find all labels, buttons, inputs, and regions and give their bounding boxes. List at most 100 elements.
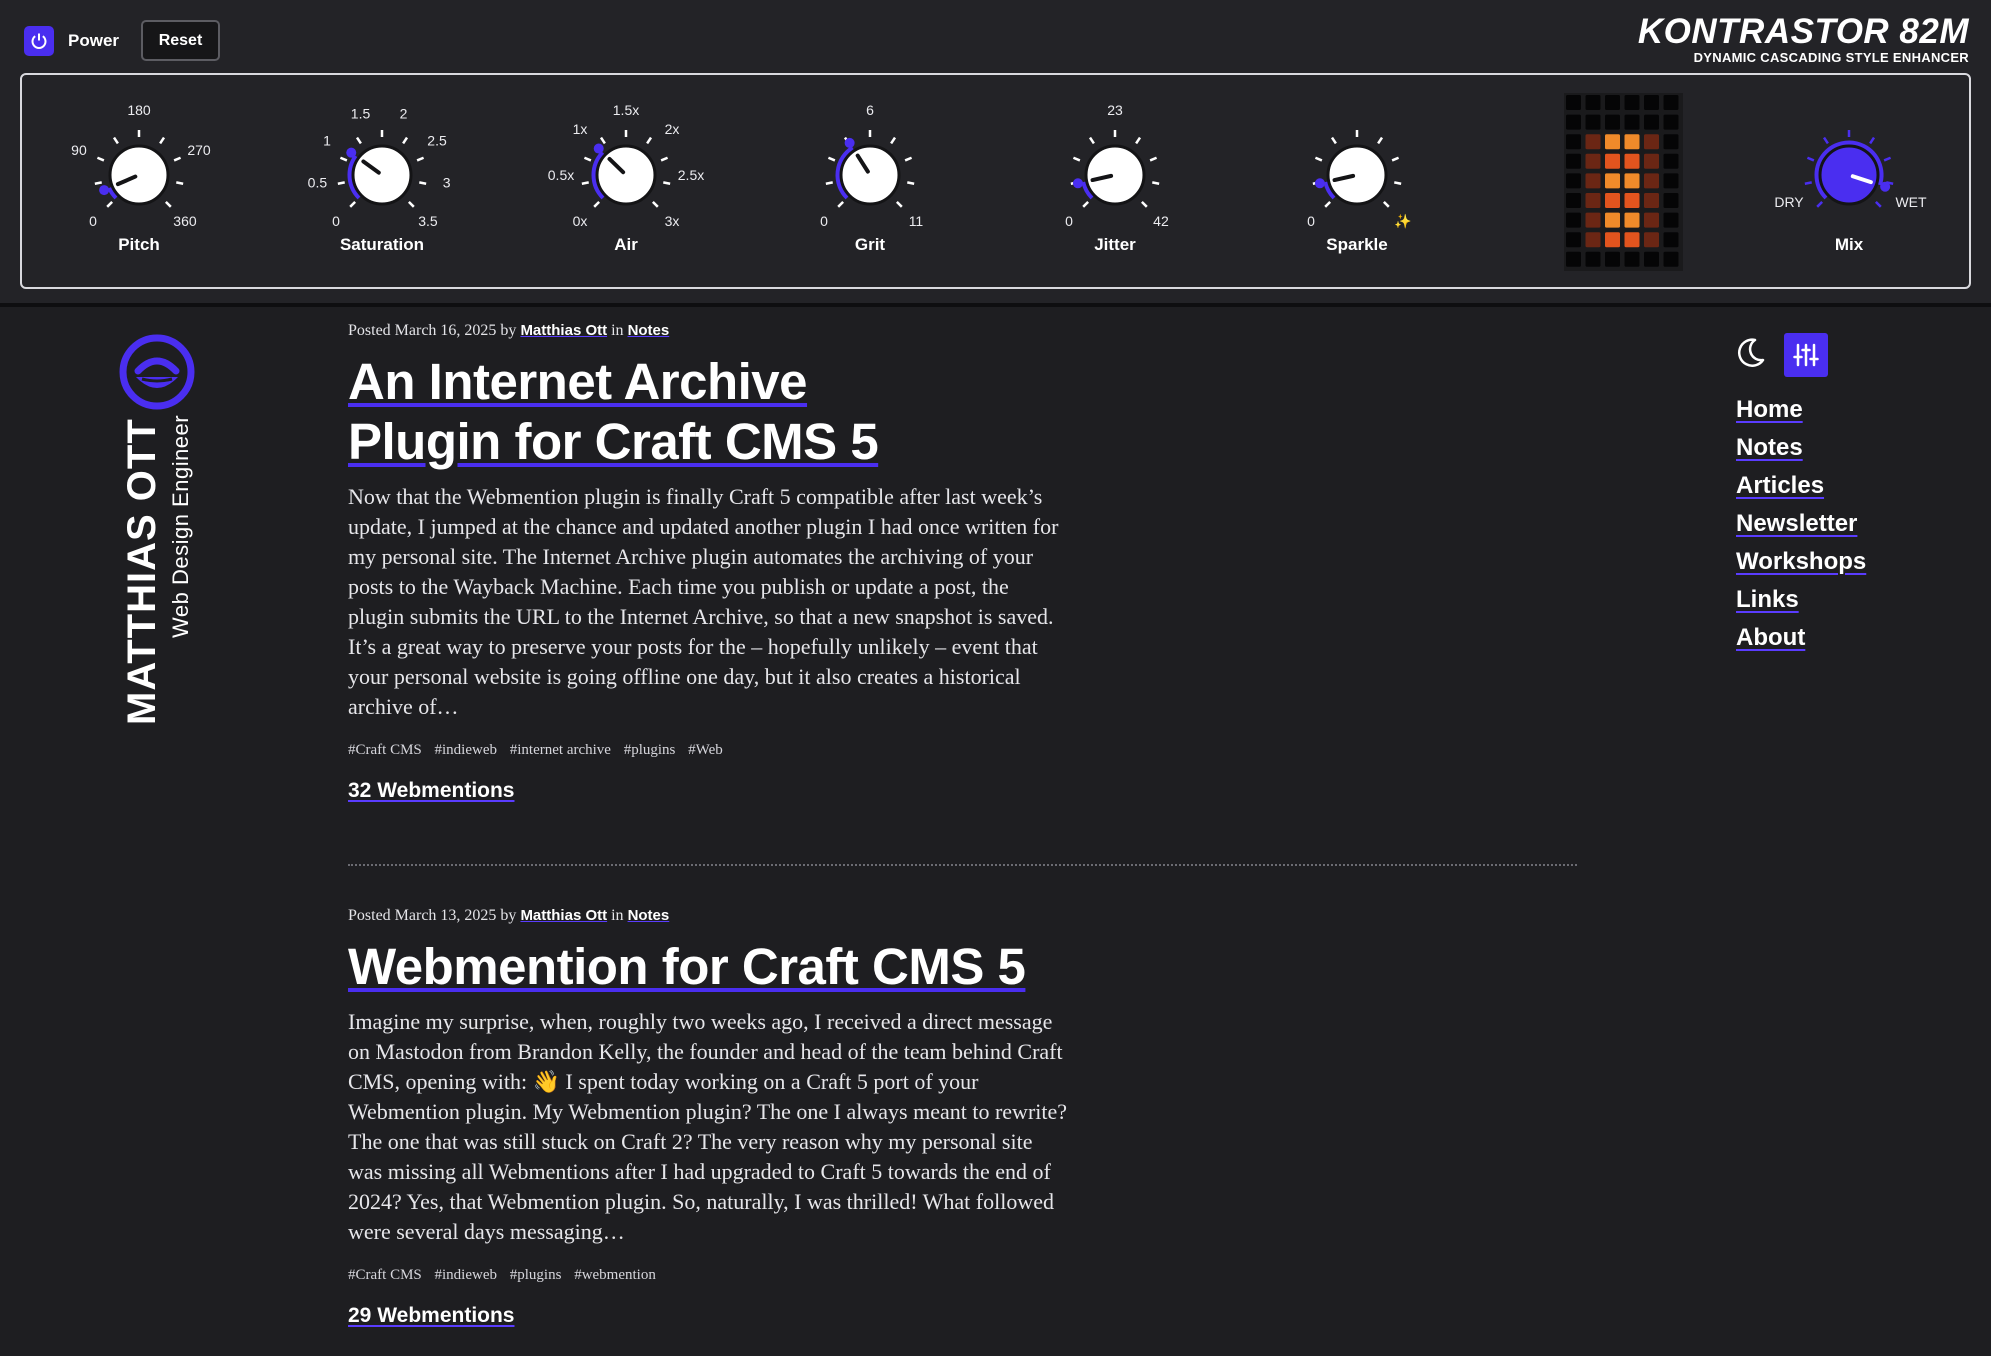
grill-cell (1663, 95, 1679, 110)
knob-tick-label: 0 (89, 213, 97, 229)
nav-item-home[interactable]: Home (1736, 391, 1866, 429)
tag-link[interactable]: #Web (688, 742, 723, 758)
reset-button[interactable]: Reset (141, 20, 220, 61)
in-text: in (611, 322, 624, 339)
site-role: Web Design Engineer (168, 414, 193, 638)
knob-tick-label: 2.5 (427, 132, 447, 148)
moon-icon[interactable] (1733, 336, 1767, 370)
knob-tick-label: 2 (400, 106, 408, 122)
knob-body (1818, 144, 1880, 206)
knob-tick-mark (1330, 136, 1337, 145)
knob-tick-mark (339, 156, 348, 162)
knob-tick-label: 1.5x (613, 102, 639, 118)
nav-item-newsletter[interactable]: Newsletter (1736, 505, 1866, 543)
nav-item-notes[interactable]: Notes (1736, 429, 1866, 467)
knob-tick-label: 0 (820, 213, 828, 229)
main-nav: Home Notes Articles Newsletter Workshops… (1736, 391, 1866, 657)
webmentions-link[interactable]: 32 Webmentions (348, 779, 1068, 803)
article-excerpt: Imagine my surprise, when, roughly two w… (348, 1009, 1068, 1244)
grill-cell (1585, 95, 1601, 110)
grill-cell (1624, 134, 1640, 150)
grill-cell (1585, 251, 1601, 267)
nav-item-workshops[interactable]: Workshops (1736, 543, 1866, 581)
knob-tick-mark (176, 181, 184, 186)
article-2: Posted March 13, 2025 by Matthias Ott in… (348, 907, 1068, 1328)
grill-cell (1566, 193, 1581, 208)
nav-item-articles[interactable]: Articles (1736, 467, 1866, 505)
author-link[interactable]: Matthias Ott (520, 907, 607, 924)
tag-link[interactable]: #plugins (624, 742, 676, 758)
knob-tick-mark (1822, 136, 1829, 145)
knob-tick-mark (1324, 200, 1332, 208)
knob-tick-mark (337, 181, 345, 186)
knob-marker (99, 185, 110, 196)
knob-tick-label: 0.5 (308, 174, 328, 190)
knob-tick-label: 1 (323, 132, 331, 148)
tag-link[interactable]: #Craft CMS (348, 1267, 422, 1283)
category-link[interactable]: Notes (628, 907, 670, 924)
brand-title: KONTRASTOR 82M (1637, 12, 1969, 51)
grill-cell (1663, 153, 1679, 169)
knob-tick-mark (651, 200, 659, 208)
knob-tick-mark (407, 200, 415, 208)
tag-link[interactable]: #Craft CMS (348, 742, 422, 758)
grill-cell (1624, 212, 1640, 228)
knob-tick-mark (419, 181, 427, 186)
knob-tick-label: 42 (1153, 213, 1169, 229)
grill-cell (1644, 212, 1659, 228)
article-title[interactable]: An Internet Archive Plugin for Craft CMS… (348, 352, 1068, 472)
grill-cell (1624, 114, 1640, 130)
tag-link[interactable]: #internet archive (510, 742, 611, 758)
nav-item-links[interactable]: Links (1736, 581, 1866, 619)
knob-tick-mark (1382, 200, 1390, 208)
knob-tick-label: 23 (1107, 102, 1123, 118)
knob-jitter[interactable]: 0 23 42 Jitter (1065, 102, 1169, 254)
category-link[interactable]: Notes (628, 322, 670, 339)
knob-tick-mark (895, 200, 903, 208)
grill-cell (1663, 114, 1679, 130)
grill-cell (1644, 114, 1659, 130)
knob-mix[interactable]: DRY WET Mix (1774, 130, 1927, 254)
tag-link[interactable]: #indieweb (435, 742, 497, 758)
knob-tick-mark (599, 136, 606, 145)
sliders-icon[interactable] (1784, 333, 1828, 377)
grill-cell (1585, 173, 1601, 189)
knob-tick-label: DRY (1774, 194, 1804, 210)
knob-tick-mark (1314, 156, 1323, 162)
knob-body (1084, 144, 1146, 206)
nav-item-about[interactable]: About (1736, 619, 1866, 657)
tag-link[interactable]: #indieweb (435, 1267, 497, 1283)
grill-cell (1644, 251, 1659, 267)
site-logo[interactable] (118, 333, 198, 416)
knob-tick-mark (646, 136, 653, 145)
article-title[interactable]: Webmention for Craft CMS 5 (348, 937, 1068, 997)
knob-tick-mark (94, 181, 102, 186)
article-divider (348, 864, 1577, 866)
knob-tick-mark (1135, 136, 1142, 145)
control-panel: Power Reset KONTRASTOR 82M DYNAMIC CASCA… (0, 0, 1991, 307)
title-line-1: An Internet Archive (348, 353, 808, 410)
knob-air[interactable]: 0x 0.5x 1x 1.5x 2x 2.5x 3x Air (548, 102, 704, 254)
tag-link[interactable]: #webmention (574, 1267, 656, 1283)
site-name: MATTHIAS OTT (120, 418, 164, 725)
posted-text: Posted March 16, 2025 by (348, 322, 517, 339)
webmentions-link[interactable]: 29 Webmentions (348, 1304, 1068, 1328)
knob-tick-mark (1072, 156, 1081, 162)
knob-tick-label: 0 (332, 213, 340, 229)
knob-sparkle[interactable]: 0 ✨ Sparkle (1307, 130, 1412, 254)
grill-cell (1663, 134, 1679, 150)
grill-cell (1566, 134, 1581, 150)
power-button[interactable]: Power (24, 26, 119, 56)
effects-rack: 0 90 180 270 360 Pitch 0 0.5 1 1.5 2 2.5 3 3.5 Saturat… (20, 73, 1971, 289)
knob-pitch[interactable]: 0 90 180 270 360 Pitch (71, 102, 211, 254)
knob-saturation[interactable]: 0 0.5 1 1.5 2 2.5 3 3.5 Saturation (308, 106, 451, 254)
knob-grit[interactable]: 0 6 11 Grit (820, 102, 923, 254)
author-link[interactable]: Matthias Ott (520, 322, 607, 339)
knob-tick-mark (660, 156, 669, 162)
site-name-vertical[interactable]: MATTHIAS OTT Web Design Engineer (120, 410, 200, 725)
tag-link[interactable]: #plugins (510, 1267, 562, 1283)
knob-tick-label: 90 (71, 142, 87, 158)
knob-marker (1880, 181, 1891, 192)
grill-cell (1566, 173, 1581, 189)
knob-tick-mark (416, 156, 425, 162)
